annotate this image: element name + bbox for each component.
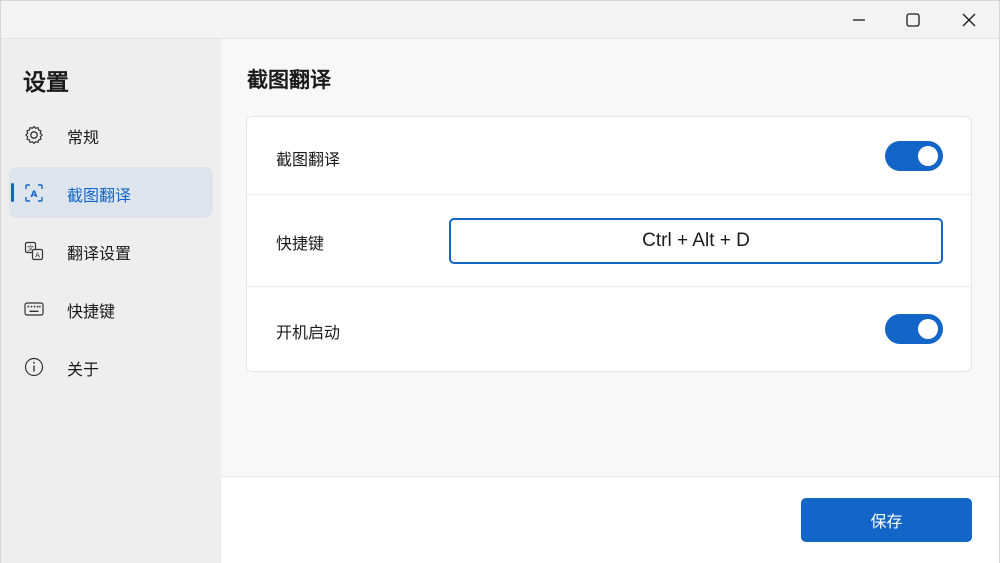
setting-row-shortcut: 快捷键 <box>247 195 971 287</box>
autostart-toggle[interactable] <box>885 314 943 344</box>
sidebar-item-label: 常规 <box>67 128 100 147</box>
sidebar-item-label: 截图翻译 <box>67 186 132 205</box>
sidebar-item-general[interactable]: 常规 <box>9 109 213 160</box>
sidebar-item-shortcuts[interactable]: 快捷键 <box>9 283 213 334</box>
footer-bar: 保存 <box>221 476 999 563</box>
sidebar-item-screenshot-translate[interactable]: A 截图翻译 <box>9 167 213 218</box>
sidebar-item-label: 快捷键 <box>67 302 116 321</box>
settings-card: 截图翻译 快捷键 开机启动 <box>246 116 972 372</box>
sidebar-item-translate-settings[interactable]: 文 A 翻译设置 <box>9 225 213 276</box>
svg-text:A: A <box>31 190 38 200</box>
maximize-icon <box>906 13 920 27</box>
title-bar <box>1 1 999 39</box>
sidebar: 设置 常规 A 截图翻译 文 A 翻译设置 快捷键 关于 <box>1 39 221 563</box>
save-button[interactable]: 保存 <box>801 498 972 542</box>
shortcut-input[interactable] <box>449 218 943 264</box>
screenshot-translate-icon: A <box>23 182 45 204</box>
setting-row-screenshot-translate: 截图翻译 <box>247 117 971 195</box>
translate-icon: 文 A <box>23 240 45 262</box>
sidebar-item-label: 关于 <box>67 360 100 379</box>
sidebar-item-label: 翻译设置 <box>67 244 132 263</box>
maximize-button[interactable] <box>885 1 941 39</box>
close-button[interactable] <box>941 1 997 39</box>
keyboard-icon <box>23 298 45 320</box>
minimize-button[interactable] <box>831 1 887 39</box>
sidebar-title: 设置 <box>23 70 69 96</box>
close-icon <box>962 13 976 27</box>
svg-text:A: A <box>35 252 40 260</box>
toggle-knob <box>918 319 938 339</box>
info-icon <box>23 356 45 378</box>
page-title: 截图翻译 <box>247 68 331 92</box>
setting-row-autostart: 开机启动 <box>247 287 971 371</box>
gear-icon <box>23 124 45 146</box>
toggle-knob <box>918 146 938 166</box>
minimize-icon <box>853 19 865 21</box>
active-indicator <box>11 183 14 202</box>
setting-label: 截图翻译 <box>276 150 341 169</box>
screenshot-translate-toggle[interactable] <box>885 141 943 171</box>
settings-window: 设置 常规 A 截图翻译 文 A 翻译设置 快捷键 关于 截图翻译 截图翻译 快… <box>0 0 1000 563</box>
sidebar-item-about[interactable]: 关于 <box>9 341 213 392</box>
setting-label: 快捷键 <box>276 234 325 253</box>
main-content: 截图翻译 截图翻译 快捷键 开机启动 <box>221 39 999 476</box>
setting-label: 开机启动 <box>276 323 341 342</box>
